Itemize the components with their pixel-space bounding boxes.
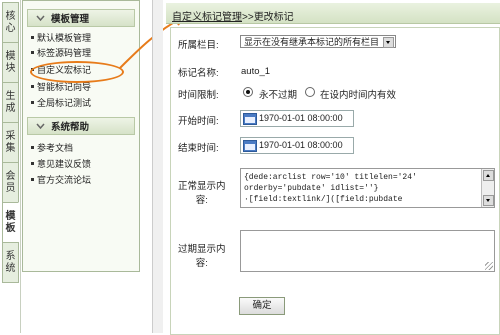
calendar-icon[interactable] [243, 113, 257, 125]
bullet-icon [31, 35, 34, 39]
highlight-ellipse [30, 61, 124, 83]
frame-divider[interactable] [152, 0, 163, 333]
radio-time-limited-label: 在设内时间内有效 [320, 90, 397, 101]
tab-core[interactable]: 核心 [2, 2, 19, 43]
section-title: 系统帮助 [51, 122, 90, 133]
dropdown-arrow-icon [383, 37, 394, 48]
sidebar-item-default-templates[interactable]: 默认模板管理 [31, 31, 91, 43]
submit-button[interactable]: 确定 [239, 297, 285, 315]
resize-grip-icon[interactable] [485, 262, 493, 270]
radio-never-expire-label: 永不过期 [259, 90, 298, 101]
tab-generate[interactable]: 生成 [2, 82, 19, 123]
end-time-label: 结束时间: [178, 143, 219, 154]
sidebar-item-tag-source[interactable]: 标签源码管理 [31, 46, 91, 58]
bullet-icon [31, 145, 34, 149]
column-label: 所属栏目: [178, 40, 219, 51]
column-select-value: 显示在没有继承本标记的所有栏目 [244, 37, 380, 47]
bullet-icon [31, 161, 34, 165]
sidebar-item-global-tag-test[interactable]: 全局标记测试 [31, 96, 91, 108]
radio-time-limited[interactable] [305, 87, 315, 97]
collapse-chevron-icon [36, 15, 45, 21]
sidebar-item-feedback[interactable]: 意见建议反馈 [31, 157, 91, 169]
tab-system[interactable]: 系统 [2, 242, 19, 283]
time-limit-label: 时间限制: [178, 90, 219, 101]
module-tab-strip: 核心 模块 生成 采集 会员 模板 系统 [0, 0, 21, 333]
breadcrumb-separator: >> [242, 12, 254, 23]
normal-content-label: 正常显示内 容: [178, 181, 226, 206]
expired-content-label: 过期显示内 容: [178, 244, 226, 269]
expired-content-textarea[interactable] [240, 230, 495, 272]
tag-name-value: auto_1 [241, 66, 271, 77]
tag-name-label: 标记名称: [178, 68, 219, 79]
bullet-icon [31, 50, 34, 54]
tab-members[interactable]: 会员 [2, 162, 19, 203]
end-time-input[interactable]: 1970-01-01 08:00:00 [240, 137, 354, 154]
textarea-scrollbar[interactable] [481, 169, 494, 207]
start-time-label: 开始时间: [178, 116, 219, 127]
scroll-up-icon[interactable] [483, 170, 494, 181]
bullet-icon [31, 177, 34, 181]
column-select[interactable]: 显示在没有继承本标记的所有栏目 [240, 35, 396, 48]
calendar-icon[interactable] [243, 140, 257, 152]
sidebar-item-reference-docs[interactable]: 参考文档 [31, 141, 73, 153]
section-header-system-help[interactable]: 系统帮助 [27, 117, 135, 135]
breadcrumb: 自定义标记管理>>更改标记 [166, 3, 500, 24]
start-time-input[interactable]: 1970-01-01 08:00:00 [240, 110, 354, 127]
breadcrumb-link[interactable]: 自定义标记管理 [172, 12, 242, 23]
bullet-icon [31, 100, 34, 104]
sidebar-item-forum[interactable]: 官方交流论坛 [31, 173, 91, 185]
radio-never-expire[interactable] [243, 87, 253, 97]
bullet-icon [31, 84, 34, 88]
tab-modules[interactable]: 模块 [2, 42, 19, 83]
normal-content-textarea[interactable]: {dede:arclist row='10' titlelen='24' ord… [240, 168, 495, 208]
tab-collect[interactable]: 采集 [2, 122, 19, 163]
breadcrumb-current: 更改标记 [253, 12, 294, 23]
collapse-chevron-icon [36, 123, 45, 129]
scroll-down-icon[interactable] [483, 195, 494, 206]
section-title: 模板管理 [51, 14, 90, 25]
tab-templates[interactable]: 模板 [2, 202, 19, 243]
